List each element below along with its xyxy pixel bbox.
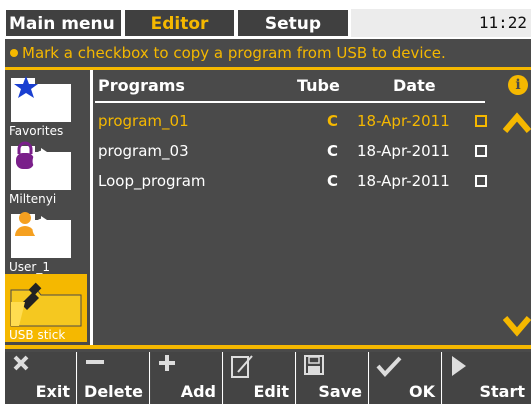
play-icon: [452, 356, 466, 376]
ok-button[interactable]: OK: [370, 352, 442, 404]
delete-label: Delete: [84, 382, 143, 401]
start-button[interactable]: Start: [443, 352, 531, 404]
tube-type: C: [327, 112, 339, 130]
copy-checkbox[interactable]: [475, 115, 487, 127]
table-row[interactable]: Loop_program C 18-Apr-2011: [95, 166, 487, 196]
sidebar-item-label: User_1: [9, 260, 50, 274]
save-label: Save: [318, 382, 362, 401]
header-divider: [95, 101, 485, 103]
edit-label: Edit: [253, 382, 289, 401]
tab-setup[interactable]: Setup: [237, 9, 349, 37]
program-date: 18-Apr-2011: [357, 142, 450, 160]
info-banner: Mark a checkbox to copy a program from U…: [5, 39, 531, 67]
device-screen: Main menu Editor Setup 11:22 Mark a chec…: [5, 5, 531, 404]
program-name: program_01: [98, 112, 189, 130]
delete-button[interactable]: Delete: [78, 352, 150, 404]
sidebar-item-miltenyi[interactable]: Miltenyi: [5, 138, 87, 206]
exit-button[interactable]: Exit: [5, 352, 77, 404]
sidebar-item-usb-stick[interactable]: USB stick: [5, 274, 87, 342]
sidebar-item-label: Miltenyi: [9, 192, 57, 206]
scroll-up-icon[interactable]: [503, 109, 531, 139]
toolbar-divider: [5, 345, 531, 349]
star-icon: [14, 76, 38, 98]
tube-type: C: [327, 172, 339, 190]
program-name: Loop_program: [98, 172, 206, 190]
banner-text: Mark a checkbox to copy a program from U…: [22, 44, 446, 62]
sidebar-divider: [90, 70, 93, 345]
sidebar-item-label: USB stick: [9, 328, 66, 342]
plus-icon: [159, 355, 175, 371]
floppy-disk-icon: [304, 355, 324, 375]
sidebar: Favorites Miltenyi User_1 USB stick: [5, 70, 87, 342]
tab-editor[interactable]: Editor: [124, 9, 235, 37]
tab-bar: Main menu Editor Setup 11:22: [5, 5, 531, 39]
column-header-programs: Programs: [98, 76, 185, 95]
program-date: 18-Apr-2011: [357, 112, 450, 130]
bottom-toolbar: Exit Delete Add Edit Save OK Start: [5, 352, 531, 404]
sidebar-item-user-1[interactable]: User_1: [5, 206, 87, 274]
program-name: program_03: [98, 142, 189, 160]
lock-refresh-icon: [16, 141, 54, 172]
user-refresh-icon: [15, 212, 54, 240]
copy-checkbox[interactable]: [475, 145, 487, 157]
edit-button[interactable]: Edit: [224, 352, 296, 404]
ok-label: OK: [409, 382, 435, 401]
column-header-date: Date: [393, 76, 436, 95]
usb-folder-icon: [10, 282, 82, 327]
copy-checkbox[interactable]: [475, 175, 487, 187]
clock: 11:22: [478, 13, 527, 32]
exit-label: Exit: [35, 382, 70, 401]
bullet-icon: [10, 49, 18, 57]
info-icon[interactable]: i: [508, 75, 528, 95]
table-row[interactable]: program_03 C 18-Apr-2011: [95, 136, 487, 166]
table-row[interactable]: program_01 C 18-Apr-2011: [95, 106, 487, 136]
add-label: Add: [180, 382, 216, 401]
program-date: 18-Apr-2011: [357, 172, 450, 190]
edit-icon: [231, 355, 253, 378]
checkmark-icon: [376, 356, 402, 377]
close-icon: [13, 355, 29, 371]
scroll-down-icon[interactable]: [503, 310, 531, 340]
tab-main-menu[interactable]: Main menu: [5, 9, 122, 37]
start-label: Start: [479, 382, 525, 401]
add-button[interactable]: Add: [151, 352, 223, 404]
column-header-tube: Tube: [297, 76, 340, 95]
sidebar-item-label: Favorites: [9, 124, 64, 138]
tube-type: C: [327, 142, 339, 160]
minus-icon: [86, 360, 104, 364]
sidebar-item-favorites[interactable]: Favorites: [5, 70, 87, 138]
save-button[interactable]: Save: [297, 352, 369, 404]
